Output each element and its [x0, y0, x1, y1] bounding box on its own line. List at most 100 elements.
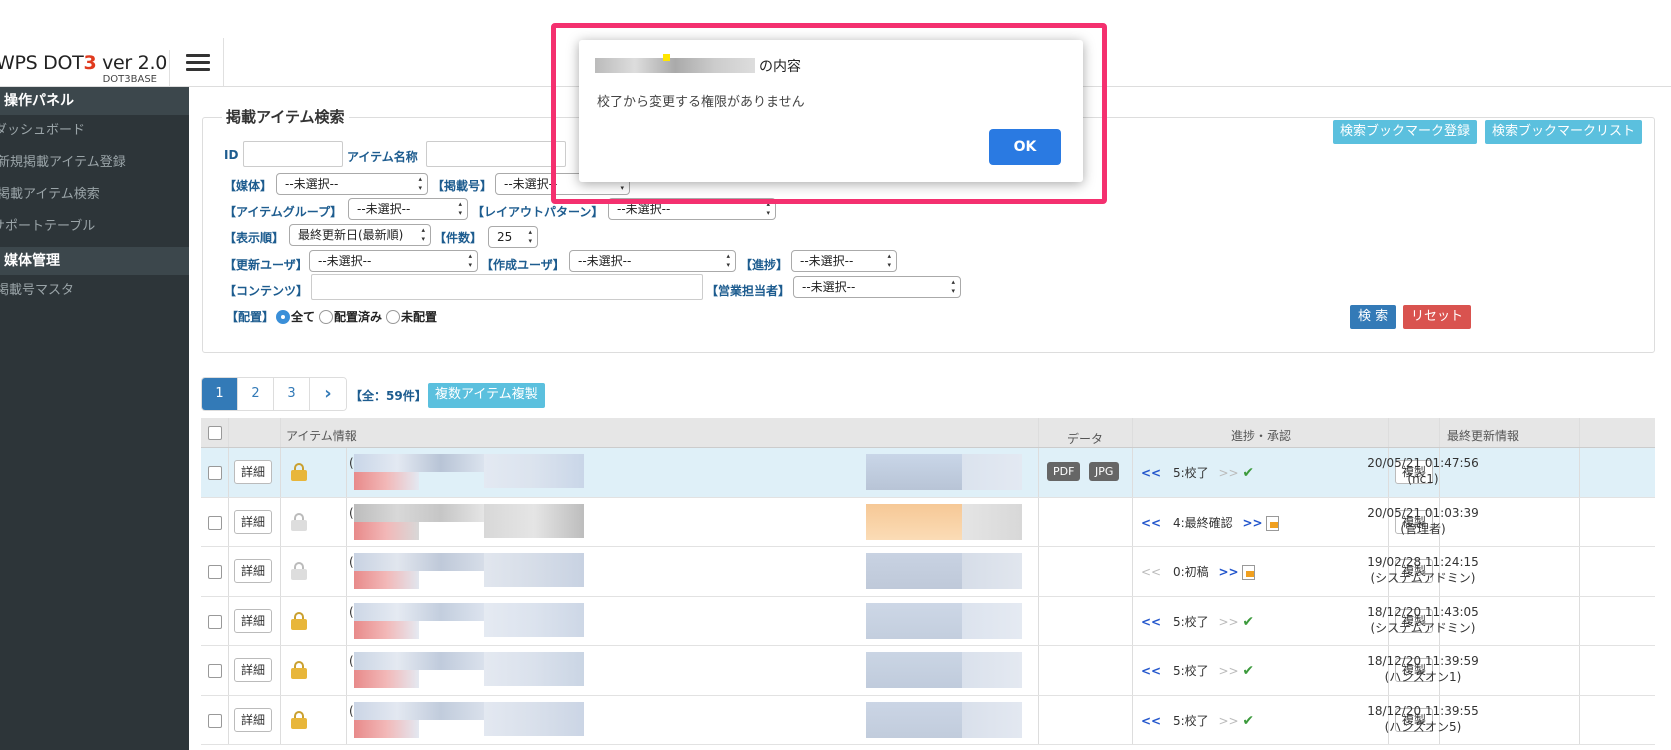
progress-status: 5:校了: [1172, 614, 1209, 629]
progress-forward-link[interactable]: >>: [1218, 466, 1238, 480]
sidebar-item-dashboard[interactable]: ダッシュボード: [0, 115, 189, 147]
item-prefix: (: [349, 703, 354, 718]
creator-label: 【作成ユーザ】: [481, 258, 565, 272]
row-checkbox[interactable]: [208, 614, 222, 629]
header-item-info: アイテム情報: [286, 429, 357, 443]
lock-icon[interactable]: [291, 661, 307, 679]
progress-back-link[interactable]: <<: [1141, 714, 1161, 728]
placement-unplaced-radio[interactable]: [386, 309, 401, 324]
dialog-site-name-redacted: [595, 54, 755, 73]
next-page-icon[interactable]: ›: [310, 378, 346, 410]
item-detail-redacted: [484, 553, 584, 587]
progress-forward-link[interactable]: >>: [1218, 714, 1238, 728]
updater-select[interactable]: --未選択--: [309, 250, 478, 272]
header-updated: 最終更新情報: [1447, 429, 1520, 443]
sidebar-item-support-table[interactable]: サポートテーブル: [0, 211, 189, 243]
item-prefix: (: [349, 604, 354, 619]
jpg-badge[interactable]: JPG: [1089, 462, 1120, 481]
sales-select[interactable]: --未選択--: [793, 276, 961, 298]
progress-forward-link[interactable]: >>: [1218, 615, 1238, 629]
lock-icon[interactable]: [291, 611, 307, 630]
detail-button[interactable]: 詳細: [234, 608, 273, 633]
detail-button[interactable]: 詳細: [234, 509, 273, 534]
lock-icon[interactable]: [291, 562, 307, 580]
approved-check-icon: ✔: [1242, 663, 1255, 679]
row-checkbox[interactable]: [208, 713, 222, 728]
order-select[interactable]: 最終更新日(最新順): [289, 224, 431, 246]
item-prefix: (: [349, 555, 354, 569]
progress-cell: << 5:校了 >> ✔: [1141, 712, 1254, 729]
select-all-checkbox[interactable]: [208, 426, 222, 440]
item-thumb-redacted: [866, 602, 962, 639]
reset-button[interactable]: リセット: [1403, 305, 1472, 329]
progress-label: 【進捗】: [740, 258, 789, 272]
file-forward-icon[interactable]: [1266, 515, 1280, 531]
last-updated: 18/12/20 11:43:05 (システムアドミン): [1353, 604, 1493, 636]
detail-button[interactable]: 詳細: [234, 707, 273, 732]
item-thumb-redacted: [866, 652, 962, 688]
file-forward-icon[interactable]: [1242, 565, 1256, 580]
item-tag-redacted: [354, 620, 419, 639]
progress-back-link[interactable]: <<: [1141, 466, 1161, 480]
dialog-ok-button[interactable]: OK: [989, 129, 1061, 165]
row-checkbox[interactable]: [208, 664, 222, 678]
menu-toggle-icon[interactable]: [170, 38, 224, 86]
page-3-button[interactable]: 3: [274, 378, 310, 410]
sidebar-item-new-item[interactable]: 新規掲載アイテム登録: [0, 147, 189, 179]
contents-input[interactable]: [311, 274, 703, 300]
item-thumb-redacted: [866, 454, 962, 490]
progress-back-link[interactable]: <<: [1141, 516, 1161, 530]
table-row: 詳細 ( << 0:初稿 >> 複製 19/02/28 11:24:15 (シス…: [201, 547, 1655, 597]
progress-forward-link[interactable]: >>: [1218, 664, 1238, 678]
progress-select[interactable]: --未選択--: [791, 250, 897, 272]
lock-icon[interactable]: [291, 463, 307, 481]
table-row: 詳細 ( << 5:校了 >> ✔ 複製: [201, 596, 1655, 646]
sidebar-item-item-search[interactable]: 掲載アイテム検索: [0, 179, 189, 211]
item-meta-redacted: [962, 454, 1022, 490]
placement-all-radio[interactable]: [276, 309, 291, 324]
search-button[interactable]: 検 索: [1350, 305, 1397, 329]
item-prefix: (: [349, 456, 354, 470]
item-name-input[interactable]: [426, 141, 566, 167]
item-tag-redacted: [354, 571, 419, 589]
detail-button[interactable]: 詳細: [234, 460, 273, 484]
item-name-redacted: [354, 503, 484, 522]
count-select[interactable]: 25: [488, 226, 538, 248]
sidebar-item-issue-master[interactable]: 掲載号マスタ: [0, 275, 189, 307]
creator-select[interactable]: --未選択--: [569, 250, 736, 272]
bookmark-list-button[interactable]: 検索ブックマークリスト: [1485, 120, 1643, 144]
placement-all-label: 全て: [291, 310, 316, 324]
progress-back-link[interactable]: <<: [1141, 565, 1161, 579]
detail-button[interactable]: 詳細: [234, 658, 273, 682]
progress-forward-link[interactable]: >>: [1218, 565, 1238, 579]
page-2-button[interactable]: 2: [238, 378, 274, 410]
progress-forward-link[interactable]: >>: [1242, 516, 1262, 530]
group-label: 【アイテムグループ】: [224, 205, 343, 219]
brand-logo[interactable]: WPS DOT3 ver 2.0 DOT3BASE: [0, 50, 170, 86]
last-updated: 18/12/20 11:39:55 (ハンズオン5): [1353, 703, 1493, 735]
media-select[interactable]: --未選択--: [276, 173, 428, 195]
row-checkbox[interactable]: [208, 515, 222, 530]
item-meta-redacted: [962, 553, 1022, 589]
placement-placed-radio[interactable]: [319, 309, 334, 324]
brand-title: WPS DOT3 ver 2.0: [0, 52, 167, 74]
item-prefix: (: [349, 505, 354, 520]
group-select[interactable]: --未選択--: [348, 198, 468, 220]
progress-back-link[interactable]: <<: [1141, 664, 1161, 678]
progress-cell: << 0:初稿 >>: [1141, 563, 1256, 580]
placement-label: 【配置】: [226, 310, 275, 324]
detail-button[interactable]: 詳細: [234, 559, 273, 583]
lock-icon[interactable]: [291, 710, 307, 729]
page-1-button[interactable]: 1: [202, 378, 238, 410]
row-checkbox[interactable]: [208, 565, 222, 579]
id-input[interactable]: [243, 141, 343, 167]
progress-back-link[interactable]: <<: [1141, 615, 1161, 629]
pdf-badge[interactable]: PDF: [1047, 462, 1081, 481]
row-checkbox[interactable]: [208, 466, 222, 480]
updated-date: 18/12/20 11:43:05: [1367, 604, 1479, 619]
sidebar: 操作パネル ダッシュボード 新規掲載アイテム登録 掲載アイテム検索 サポートテー…: [0, 87, 189, 750]
item-thumb-redacted: [866, 503, 962, 540]
bookmark-register-button[interactable]: 検索ブックマーク登録: [1333, 120, 1478, 144]
multi-copy-button[interactable]: 複数アイテム複製: [428, 383, 545, 408]
lock-icon[interactable]: [291, 512, 307, 531]
